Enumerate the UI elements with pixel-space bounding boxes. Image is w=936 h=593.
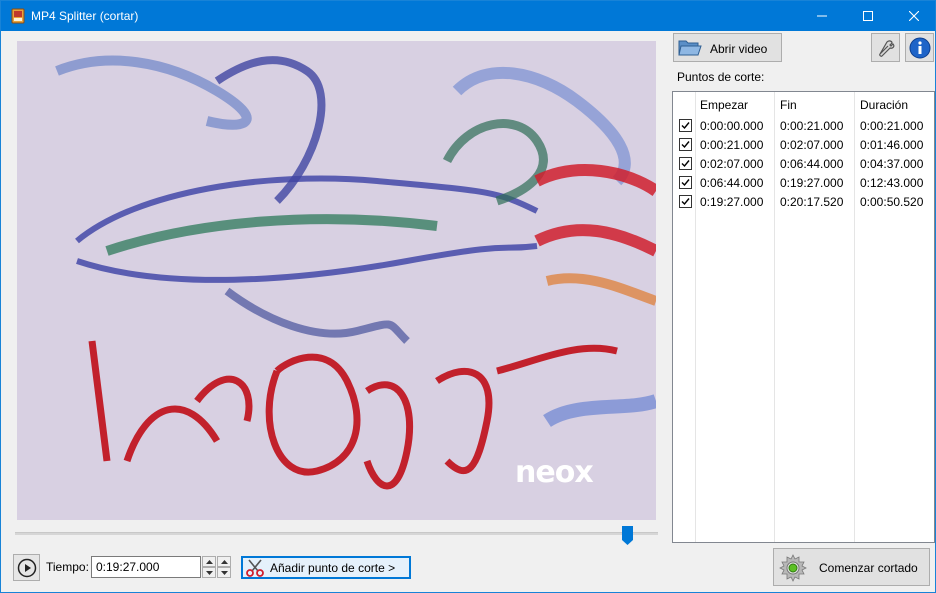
maximize-icon <box>863 11 873 21</box>
arrow-up-icon <box>205 559 213 564</box>
cell-duration: 0:04:37.000 <box>860 157 924 171</box>
maximize-button[interactable] <box>845 1 891 31</box>
frame-spin-down-button[interactable] <box>217 567 231 578</box>
cell-start: 0:00:00.000 <box>700 119 764 133</box>
add-cut-point-label: Añadir punto de corte > <box>270 561 396 575</box>
add-cut-point-button[interactable]: Añadir punto de corte > <box>241 556 411 579</box>
table-row[interactable]: 0:19:27.000 0:20:17.520 0:00:50.520 <box>673 192 934 211</box>
video-frame-image <box>17 41 656 520</box>
info-button[interactable] <box>905 33 934 62</box>
gear-icon <box>779 554 807 582</box>
cell-duration: 0:01:46.000 <box>860 138 924 152</box>
checkmark-icon <box>681 198 690 206</box>
info-icon <box>909 37 930 58</box>
cell-duration: 0:00:21.000 <box>860 119 924 133</box>
cell-duration: 0:00:50.520 <box>860 195 924 209</box>
row-checkbox[interactable] <box>679 138 692 151</box>
cell-end: 0:20:17.520 <box>780 195 844 209</box>
row-checkbox[interactable] <box>679 176 692 189</box>
close-icon <box>909 11 919 21</box>
app-window: MP4 Splitter (cortar) neox Abrir video P… <box>0 0 936 593</box>
cell-start: 0:02:07.000 <box>700 157 764 171</box>
start-cutting-label: Comenzar cortado <box>819 561 918 575</box>
start-cutting-button[interactable]: Comenzar cortado <box>773 548 930 586</box>
time-label: Tiempo: <box>46 560 89 574</box>
cell-duration: 0:12:43.000 <box>860 176 924 190</box>
column-header-duration[interactable]: Duración <box>860 98 908 112</box>
window-title: MP4 Splitter (cortar) <box>31 9 139 23</box>
settings-button[interactable] <box>871 33 900 62</box>
time-input[interactable] <box>91 556 201 578</box>
folder-open-icon <box>678 40 702 56</box>
minimize-icon <box>817 15 827 17</box>
app-icon <box>11 8 25 24</box>
cell-end: 0:02:07.000 <box>780 138 844 152</box>
checkmark-icon <box>681 141 690 149</box>
column-header-start[interactable]: Empezar <box>700 98 748 112</box>
cell-end: 0:19:27.000 <box>780 176 844 190</box>
scissors-icon <box>246 559 264 577</box>
video-watermark: neox <box>515 455 594 490</box>
time-spin-down-button[interactable] <box>202 567 216 578</box>
play-icon <box>17 558 36 577</box>
row-checkbox[interactable] <box>679 119 692 132</box>
column-header-end[interactable]: Fin <box>780 98 797 112</box>
time-spin-up-button[interactable] <box>202 556 216 567</box>
play-button[interactable] <box>13 554 40 581</box>
cut-points-table[interactable]: Empezar Fin Duración 0:00:00.000 0:00:21… <box>672 91 935 543</box>
seek-slider-thumb[interactable] <box>622 526 633 545</box>
cell-start: 0:00:21.000 <box>700 138 764 152</box>
close-button[interactable] <box>891 1 936 31</box>
arrow-up-icon <box>220 559 228 564</box>
row-checkbox[interactable] <box>679 157 692 170</box>
arrow-down-icon <box>205 570 213 575</box>
checkmark-icon <box>681 179 690 187</box>
table-row[interactable]: 0:02:07.000 0:06:44.000 0:04:37.000 <box>673 154 934 173</box>
cell-end: 0:06:44.000 <box>780 157 844 171</box>
video-preview[interactable]: neox <box>17 41 656 520</box>
frame-spin-up-button[interactable] <box>217 556 231 567</box>
cell-start: 0:06:44.000 <box>700 176 764 190</box>
open-video-button[interactable]: Abrir video <box>673 33 782 62</box>
table-row[interactable]: 0:00:00.000 0:00:21.000 0:00:21.000 <box>673 116 934 135</box>
table-row[interactable]: 0:06:44.000 0:19:27.000 0:12:43.000 <box>673 173 934 192</box>
arrow-down-icon <box>220 570 228 575</box>
checkmark-icon <box>681 160 690 168</box>
cell-start: 0:19:27.000 <box>700 195 764 209</box>
checkmark-icon <box>681 122 690 130</box>
open-video-label: Abrir video <box>710 42 768 56</box>
minimize-button[interactable] <box>799 1 845 31</box>
table-row[interactable]: 0:00:21.000 0:02:07.000 0:01:46.000 <box>673 135 934 154</box>
row-checkbox[interactable] <box>679 195 692 208</box>
title-bar: MP4 Splitter (cortar) <box>1 1 935 31</box>
wrench-icon <box>878 39 894 57</box>
cut-points-label: Puntos de corte: <box>677 70 765 84</box>
seek-slider[interactable] <box>15 532 658 535</box>
cell-end: 0:00:21.000 <box>780 119 844 133</box>
